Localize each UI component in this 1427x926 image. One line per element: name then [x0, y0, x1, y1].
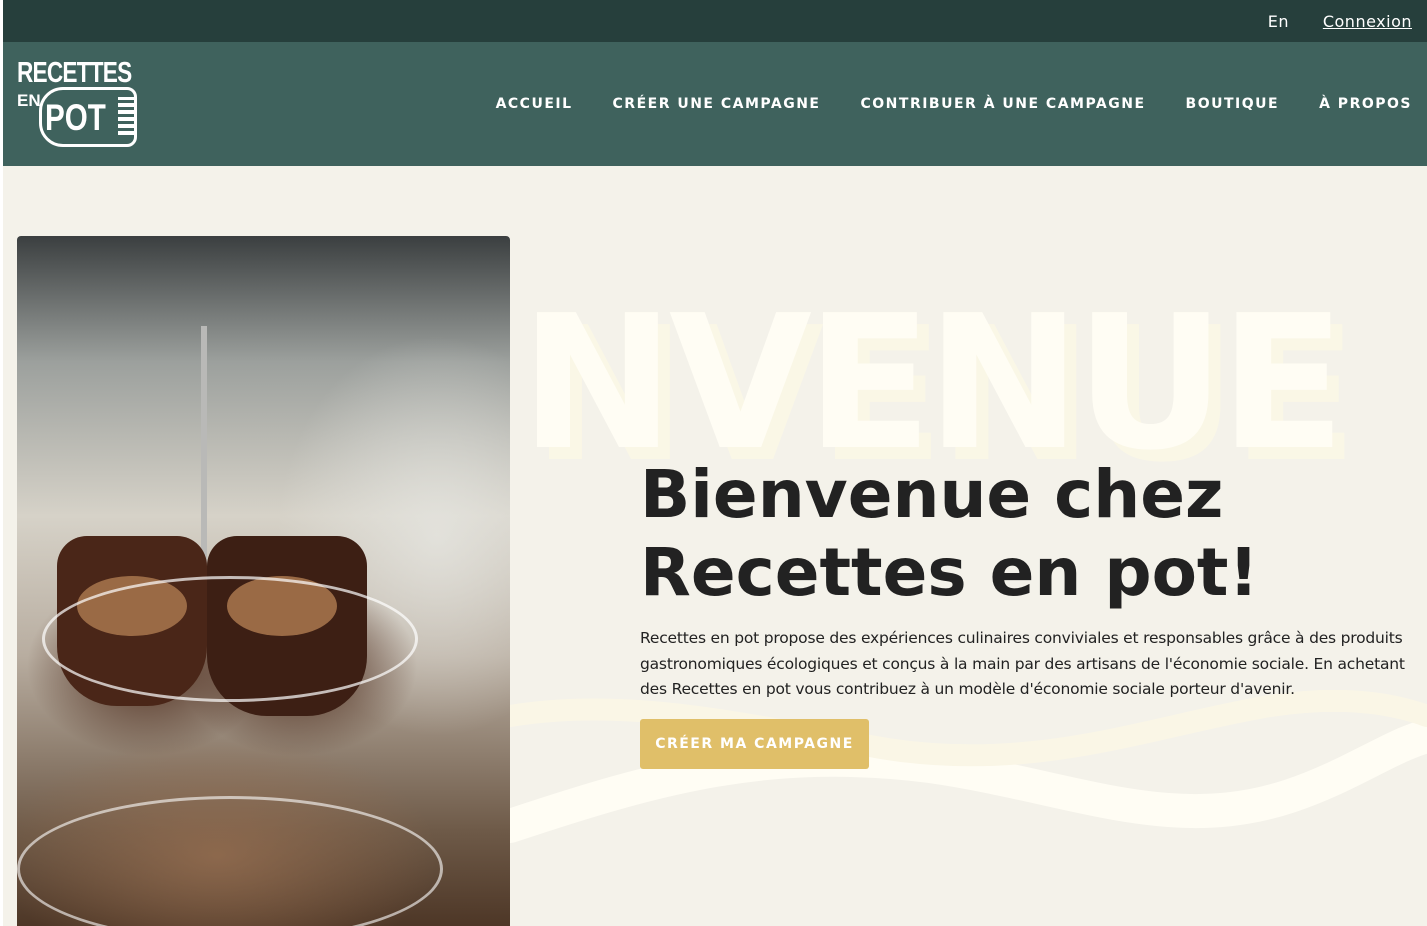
- logo-text-line1: RECETTES: [17, 57, 132, 89]
- hero-description: Recettes en pot propose des expériences …: [640, 629, 1405, 698]
- nav-item-contribuer-campagne[interactable]: CONTRIBUER À UNE CAMPAGNE: [861, 96, 1146, 112]
- page-left-edge: [0, 0, 3, 926]
- main-nav: ACCUEIL CRÉER UNE CAMPAGNE CONTRIBUER À …: [456, 42, 1412, 166]
- logo-text-pot: POT: [45, 97, 106, 138]
- hero-title: Bienvenue chez Recettes en pot!: [640, 456, 1400, 612]
- hero-watermark: NVENUE: [520, 275, 1346, 491]
- nav-item-accueil[interactable]: ACCUEIL: [496, 96, 573, 112]
- login-link[interactable]: Connexion: [1323, 12, 1412, 31]
- hero-photo-muffins: [17, 236, 510, 926]
- language-switch[interactable]: En: [1268, 12, 1289, 31]
- photo-upper-plate: [42, 576, 418, 702]
- top-utility-bar: En Connexion: [0, 0, 1427, 42]
- create-campaign-button[interactable]: CRÉER MA CAMPAGNE: [640, 719, 869, 769]
- nav-item-creer-campagne[interactable]: CRÉER UNE CAMPAGNE: [613, 96, 821, 112]
- hero-title-line2: Recettes en pot!: [640, 534, 1259, 611]
- logo-text-en: EN: [17, 91, 41, 110]
- decorative-wave: [510, 689, 1427, 843]
- nav-item-boutique[interactable]: BOUTIQUE: [1186, 96, 1280, 112]
- photo-cake-stand-pole: [201, 326, 207, 586]
- photo-lower-plate: [17, 796, 443, 926]
- hero-title-line1: Bienvenue chez: [640, 456, 1224, 533]
- logo-jar-icon: [118, 97, 134, 135]
- nav-item-a-propos[interactable]: À PROPOS: [1319, 96, 1412, 112]
- site-logo[interactable]: RECETTES EN POT: [15, 57, 139, 147]
- hero-section: NVENUE NVENUE Bienvenue chez Recettes en…: [0, 166, 1427, 926]
- site-header: RECETTES EN POT ACCUEIL CRÉER UNE CAMPAG…: [0, 42, 1427, 166]
